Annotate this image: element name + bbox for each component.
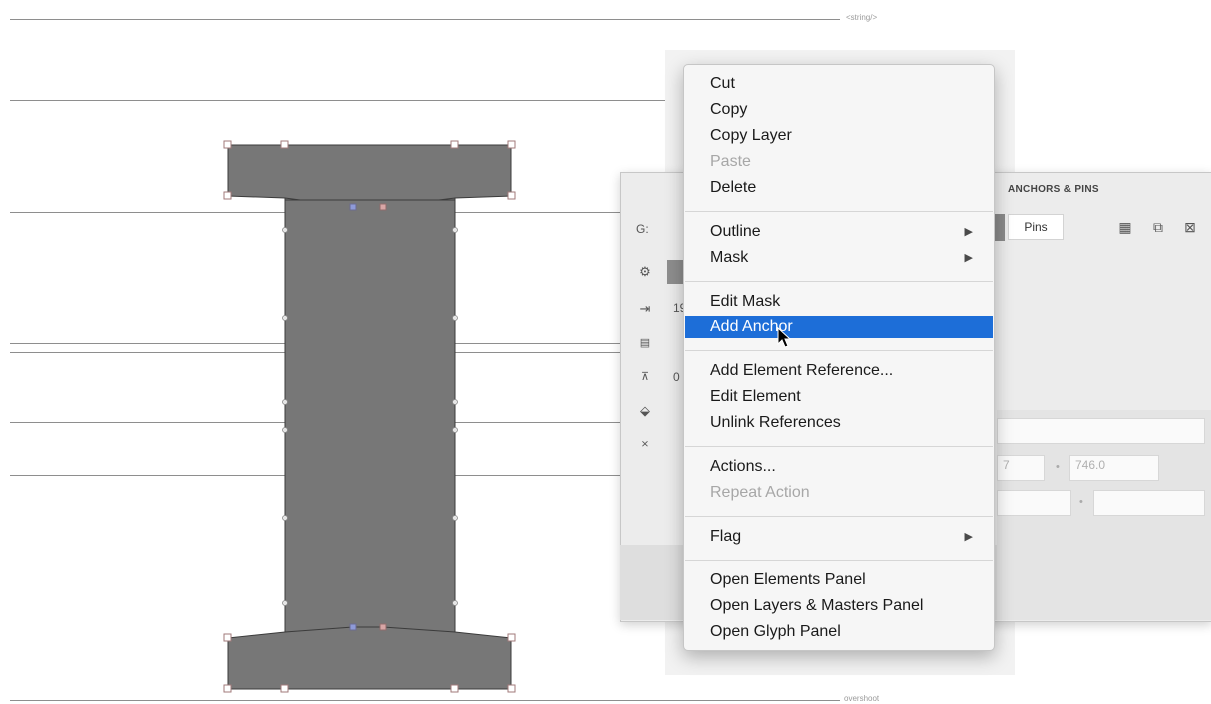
name-field[interactable]	[997, 418, 1205, 444]
metric-label-top: <string/>	[844, 13, 880, 22]
menu-item-unlink-references[interactable]: Unlink References	[685, 412, 993, 434]
menu-item-repeat-action: Repeat Action	[710, 484, 810, 501]
menu-item-cut[interactable]: Cut	[685, 73, 993, 95]
menu-item-edit-element[interactable]: Edit Element	[685, 386, 993, 408]
baseline-icon: ⊼	[640, 371, 650, 383]
pins-button[interactable]: Pins	[1008, 214, 1064, 240]
context-menu: Cut Copy Copy Layer Paste Delete Outline…	[683, 64, 995, 651]
pin-separator: •	[1079, 496, 1083, 508]
coord-x-field[interactable]: 7	[997, 455, 1045, 481]
pin-b-field[interactable]	[1093, 490, 1205, 516]
fill-icon[interactable]: ⬙	[638, 404, 652, 418]
menu-item-open-layers-masters-panel[interactable]: Open Layers & Masters Panel	[685, 595, 993, 617]
calculator-icon[interactable]: ▤	[638, 336, 652, 350]
zero-value[interactable]: 0	[673, 370, 680, 384]
submenu-arrow-icon: ▶	[964, 531, 973, 543]
submenu-arrow-icon: ▶	[964, 226, 973, 238]
menu-item-copy[interactable]: Copy	[685, 99, 993, 121]
glyph-outline[interactable]	[0, 0, 620, 704]
menu-item-edit-mask[interactable]: Edit Mask	[685, 291, 993, 313]
menu-item-outline-label: Outline	[710, 223, 761, 240]
segment-selected[interactable]	[995, 214, 1005, 241]
menu-item-add-element-reference[interactable]: Add Element Reference...	[685, 360, 993, 382]
menu-separator	[685, 211, 993, 212]
menu-item-flag-label: Flag	[710, 528, 742, 545]
color-swatch[interactable]	[667, 260, 683, 284]
width-arrow-icon: ⇥	[639, 301, 651, 316]
x-icon[interactable]: ⨯	[638, 438, 652, 452]
menu-separator	[685, 446, 993, 447]
metric-label-bottom: overshoot	[842, 694, 882, 703]
mouse-cursor-icon	[777, 327, 791, 348]
coord-y-field[interactable]: 746.0	[1069, 455, 1159, 481]
menu-item-outline[interactable]: Outline ▶	[685, 221, 993, 243]
menu-item-mask[interactable]: Mask ▶	[685, 247, 993, 269]
pin-a-field[interactable]	[997, 490, 1071, 516]
export-icon[interactable]: ⧉	[1150, 219, 1166, 235]
menu-item-paste: Paste	[710, 153, 751, 170]
gear-icon[interactable]: ⚙	[638, 265, 652, 279]
panel-title: ANCHORS & PINS	[1008, 184, 1099, 195]
grid-icon[interactable]: ▦	[1117, 219, 1133, 235]
menu-item-open-glyph-panel[interactable]: Open Glyph Panel	[685, 621, 993, 643]
menu-item-mask-label: Mask	[710, 249, 749, 266]
menu-item-add-anchor[interactable]: Add Anchor	[685, 316, 993, 338]
menu-separator	[685, 281, 993, 282]
submenu-arrow-icon: ▶	[964, 252, 973, 264]
glyph-label: G:	[636, 222, 649, 236]
menu-item-actions[interactable]: Actions...	[685, 456, 993, 478]
coord-y-value: 746.0	[1075, 458, 1106, 472]
menu-item-open-elements-panel[interactable]: Open Elements Panel	[685, 569, 993, 591]
menu-separator	[685, 350, 993, 351]
menu-separator	[685, 560, 993, 561]
coord-x-value: 7	[1003, 458, 1010, 472]
menu-item-copy-layer[interactable]: Copy Layer	[685, 125, 993, 147]
menu-item-flag[interactable]: Flag ▶	[685, 526, 993, 548]
menu-item-delete[interactable]: Delete	[685, 177, 993, 199]
delete-icon[interactable]: ⊠	[1182, 219, 1198, 235]
coord-separator: •	[1056, 461, 1060, 473]
menu-separator	[685, 516, 993, 517]
